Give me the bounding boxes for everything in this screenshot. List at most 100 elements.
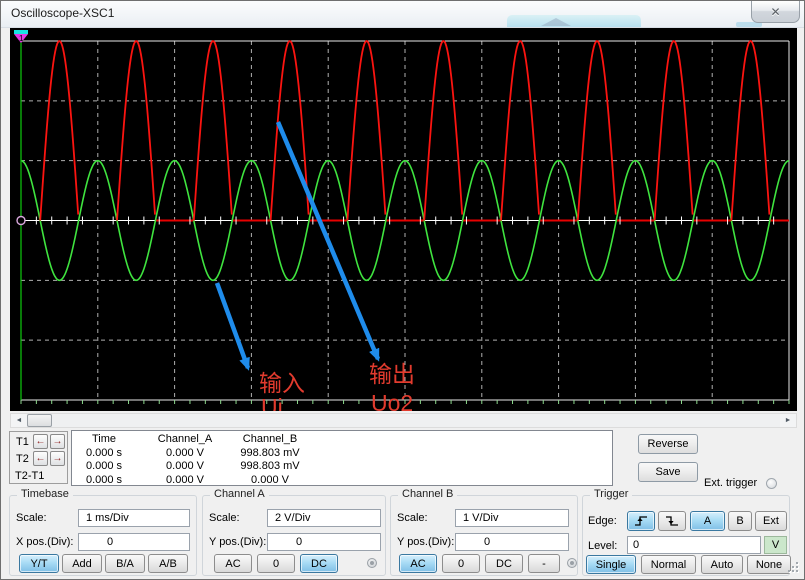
trigger-edge-label: Edge:	[588, 515, 617, 527]
timebase-caption: Timebase	[17, 488, 73, 500]
channel-a-ypos-input[interactable]	[267, 533, 381, 551]
yt-button-label: Y/T	[30, 558, 47, 570]
timebase-xpos-label: X pos.(Div):	[16, 536, 73, 548]
channel-a-zero-button[interactable]: 0	[257, 554, 295, 573]
timebase-xpos-input[interactable]	[78, 533, 190, 551]
trigger-auto-button[interactable]: Auto	[701, 555, 743, 574]
horizontal-scrollbar[interactable]: ◄ ►	[10, 413, 797, 428]
trigger-source-ext-button[interactable]: Ext	[755, 511, 787, 531]
ab-button-label: A/B	[159, 558, 177, 570]
save-button[interactable]: Save	[638, 462, 698, 482]
trigger-level-input[interactable]	[627, 536, 761, 554]
readout-col-time: Time	[72, 433, 136, 445]
trigger-falling-edge-button[interactable]	[658, 511, 686, 531]
readout-col-channel-b: Channel_B	[234, 433, 306, 445]
t1-label: T1	[16, 436, 29, 448]
channel-a-ypos-label: Y pos.(Div):	[209, 536, 266, 548]
channel-b-caption: Channel B	[398, 488, 457, 500]
t2-channel-b-value: 998.803 mV	[234, 460, 306, 472]
t2-right-button[interactable]: →	[50, 451, 65, 466]
channel-b-scale-input[interactable]	[455, 509, 569, 527]
channel-a-zero-label: 0	[273, 558, 279, 570]
svg-text:输出: 输出	[369, 361, 415, 387]
auto-button-label: Auto	[711, 559, 734, 571]
channel-b-dc-label: DC	[496, 558, 512, 570]
readout-table: Time Channel_A Channel_B 0.000 s 0.000 V…	[71, 430, 613, 486]
t1-channel-a-value: 0.000 V	[136, 447, 234, 459]
left-arrow-icon: ←	[36, 454, 46, 464]
readout-row-t2-t1: 0.000 s 0.000 V 0.000 V	[72, 472, 612, 486]
channel-a-dc-button[interactable]: DC	[300, 554, 338, 573]
channel-b-zero-button[interactable]: 0	[442, 554, 480, 573]
t2-t1-channel-a-value: 0.000 V	[136, 474, 234, 486]
trigger-b-label: B	[736, 515, 743, 527]
t2-time-value: 0.000 s	[72, 460, 136, 472]
channel-b-dc-button[interactable]: DC	[485, 554, 523, 573]
trigger-a-label: A	[704, 515, 711, 527]
trigger-caption: Trigger	[590, 488, 632, 500]
channel-b-terminal-icon	[567, 558, 577, 568]
t2-channel-a-value: 0.000 V	[136, 460, 234, 472]
channel-a-scale-input[interactable]	[267, 509, 381, 527]
reverse-button[interactable]: Reverse	[638, 434, 698, 454]
channel-a-ac-button[interactable]: AC	[214, 554, 252, 573]
timebase-ab-button[interactable]: A/B	[148, 554, 188, 573]
timebase-add-button[interactable]: Add	[62, 554, 102, 573]
reverse-button-label: Reverse	[648, 438, 689, 450]
level-unit-label: V	[772, 539, 779, 551]
close-button[interactable]: ✕	[751, 1, 800, 23]
trigger-none-button[interactable]: None	[747, 555, 791, 574]
scope-display-panel: 1输入Ui输出Uo2	[10, 28, 797, 411]
channel-b-zero-label: 0	[458, 558, 464, 570]
add-button-label: Add	[72, 558, 92, 570]
save-button-label: Save	[655, 466, 680, 478]
channel-b-ypos-label: Y pos.(Div):	[397, 536, 454, 548]
timebase-yt-button[interactable]: Y/T	[19, 554, 59, 573]
scrollbar-left-arrow[interactable]: ◄	[11, 414, 27, 427]
left-arrow-icon: ←	[36, 437, 46, 447]
channel-a-scale-label: Scale:	[209, 512, 240, 524]
channel-b-minus-label: -	[542, 558, 546, 570]
channel-b-scale-label: Scale:	[397, 512, 428, 524]
t1-left-button[interactable]: ←	[33, 434, 48, 449]
scrollbar-thumb[interactable]	[27, 414, 52, 427]
trigger-single-button[interactable]: Single	[586, 555, 636, 574]
trigger-ext-label: Ext	[763, 515, 779, 527]
ext-trigger-terminal-icon	[766, 478, 777, 489]
trigger-source-b-button[interactable]: B	[728, 511, 752, 531]
channel-b-ypos-input[interactable]	[455, 533, 569, 551]
titlebar[interactable]: Oscilloscope-XSC1 ✕	[1, 1, 805, 28]
trigger-level-unit-select[interactable]: V	[764, 536, 787, 554]
trigger-rising-edge-button[interactable]	[627, 511, 655, 531]
resize-grip[interactable]	[788, 562, 800, 576]
t1-channel-b-value: 998.803 mV	[234, 447, 306, 459]
t1-right-button[interactable]: →	[50, 434, 65, 449]
timebase-scale-input[interactable]	[78, 509, 190, 527]
aero-glass-reflection	[507, 15, 641, 27]
scroll-right-icon: ►	[785, 417, 792, 424]
readout-row-t1: 0.000 s 0.000 V 998.803 mV	[72, 445, 612, 459]
svg-text:Uo2: Uo2	[371, 390, 413, 411]
none-button-label: None	[756, 559, 782, 571]
readout-row-t2: 0.000 s 0.000 V 998.803 mV	[72, 459, 612, 473]
channel-a-dc-label: DC	[311, 558, 327, 570]
channel-a-group: Channel A Scale: Y pos.(Div): AC 0 DC	[202, 495, 386, 576]
readout-col-channel-a: Channel_A	[136, 433, 234, 445]
timebase-ba-button[interactable]: B/A	[105, 554, 145, 573]
close-icon: ✕	[770, 5, 780, 19]
right-arrow-icon: →	[53, 437, 63, 447]
rising-edge-icon	[633, 515, 649, 527]
window-title: Oscilloscope-XSC1	[11, 6, 114, 20]
svg-text:Ui: Ui	[261, 394, 283, 411]
readout-header-row: Time Channel_A Channel_B	[72, 431, 612, 445]
timebase-group: Timebase Scale: X pos.(Div): Y/T Add B/A…	[9, 495, 197, 576]
ext-trigger-label: Ext. trigger	[704, 477, 757, 489]
ba-button-label: B/A	[116, 558, 134, 570]
channel-b-ac-button[interactable]: AC	[399, 554, 437, 573]
trigger-source-a-button[interactable]: A	[690, 511, 725, 531]
t2-t1-channel-b-value: 0.000 V	[234, 474, 306, 486]
scrollbar-right-arrow[interactable]: ►	[780, 414, 796, 427]
channel-b-minus-button[interactable]: -	[528, 554, 560, 573]
t2-left-button[interactable]: ←	[33, 451, 48, 466]
trigger-normal-button[interactable]: Normal	[641, 555, 696, 574]
